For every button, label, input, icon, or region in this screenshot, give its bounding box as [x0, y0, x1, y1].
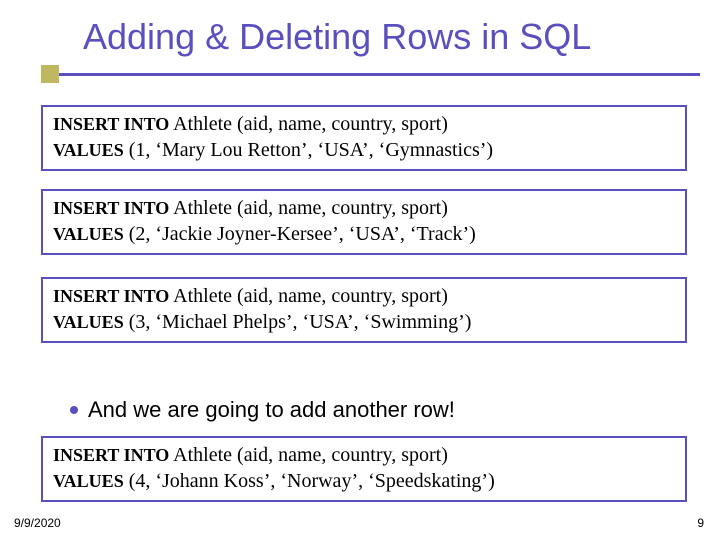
sql-text: (4, ‘Johann Koss’, ‘Norway’, ‘Speedskati…	[124, 470, 495, 492]
sql-box-3: INSERT INTO Athlete (aid, name, country,…	[41, 277, 687, 343]
sql-keyword-values: VALUES	[53, 140, 124, 160]
sql-line: INSERT INTO Athlete (aid, name, country,…	[53, 283, 675, 309]
sql-line: INSERT INTO Athlete (aid, name, country,…	[53, 111, 675, 137]
sql-keyword-insert: INSERT INTO	[53, 445, 169, 465]
sql-line: VALUES (1, ‘Mary Lou Retton’, ‘USA’, ‘Gy…	[53, 137, 675, 163]
sql-text: Athlete (aid, name, country, sport)	[169, 113, 448, 135]
sql-line: VALUES (3, ‘Michael Phelps’, ‘USA’, ‘Swi…	[53, 309, 675, 335]
sql-line: VALUES (2, ‘Jackie Joyner-Kersee’, ‘USA’…	[53, 221, 675, 247]
bullet-text: And we are going to add another row!	[88, 397, 455, 423]
bullet-icon	[70, 406, 78, 414]
sql-keyword-values: VALUES	[53, 224, 124, 244]
sql-keyword-insert: INSERT INTO	[53, 198, 169, 218]
footer-page-number: 9	[697, 516, 704, 530]
title-bar: Adding & Deleting Rows in SQL	[43, 12, 700, 76]
sql-text: (3, ‘Michael Phelps’, ‘USA’, ‘Swimming’)	[124, 311, 472, 333]
sql-text: Athlete (aid, name, country, sport)	[169, 197, 448, 219]
sql-box-2: INSERT INTO Athlete (aid, name, country,…	[41, 189, 687, 255]
sql-text: (1, ‘Mary Lou Retton’, ‘USA’, ‘Gymnastic…	[124, 139, 493, 161]
slide-title: Adding & Deleting Rows in SQL	[83, 16, 591, 58]
title-accent-square	[41, 65, 59, 83]
sql-line: INSERT INTO Athlete (aid, name, country,…	[53, 442, 675, 468]
sql-line: INSERT INTO Athlete (aid, name, country,…	[53, 195, 675, 221]
sql-box-4: INSERT INTO Athlete (aid, name, country,…	[41, 436, 687, 502]
sql-line: VALUES (4, ‘Johann Koss’, ‘Norway’, ‘Spe…	[53, 468, 675, 494]
footer-date: 9/9/2020	[14, 516, 61, 530]
sql-box-1: INSERT INTO Athlete (aid, name, country,…	[41, 105, 687, 171]
sql-keyword-insert: INSERT INTO	[53, 286, 169, 306]
sql-text: Athlete (aid, name, country, sport)	[169, 444, 448, 466]
sql-keyword-values: VALUES	[53, 471, 124, 491]
sql-keyword-insert: INSERT INTO	[53, 114, 169, 134]
sql-keyword-values: VALUES	[53, 312, 124, 332]
sql-text: (2, ‘Jackie Joyner-Kersee’, ‘USA’, ‘Trac…	[124, 223, 476, 245]
sql-text: Athlete (aid, name, country, sport)	[169, 285, 448, 307]
bullet-line: And we are going to add another row!	[70, 397, 455, 423]
